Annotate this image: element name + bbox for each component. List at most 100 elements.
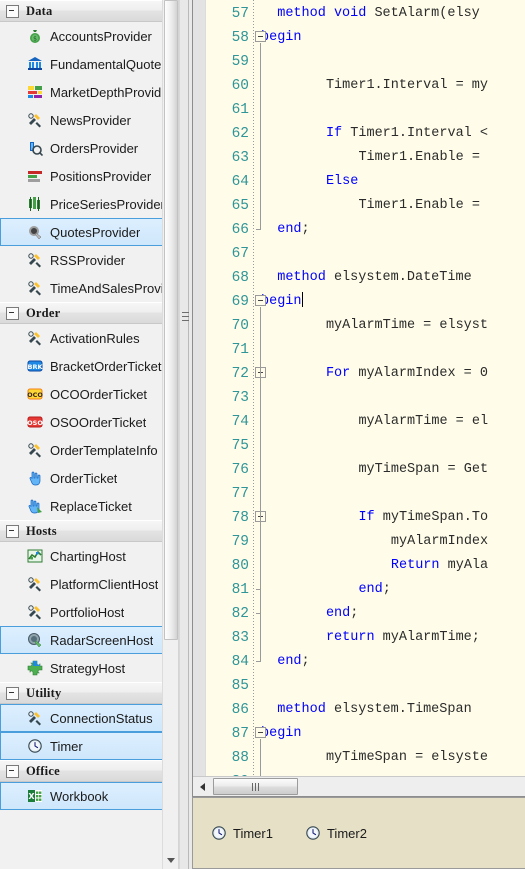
tools-icon bbox=[27, 252, 43, 268]
toolbox-item-ordersprovider[interactable]: OrdersProvider bbox=[0, 134, 178, 162]
line-number: 62 bbox=[231, 126, 249, 142]
code-text[interactable]: 57 method void SetAlarm(elsy 58 begin 59 60 Ti… bbox=[193, 0, 525, 796]
magnifier-icon bbox=[27, 140, 43, 156]
collapse-minus-icon[interactable] bbox=[6, 524, 19, 538]
code-line[interactable]: method elsystem.TimeSpan bbox=[277, 698, 471, 722]
toolbox-item-ordertemplateinfo[interactable]: OrderTemplateInfo bbox=[0, 436, 178, 464]
toolbox-group-header-utility[interactable]: Utility bbox=[0, 682, 178, 704]
code-line[interactable]: method void SetAlarm(elsy bbox=[277, 2, 480, 26]
toolbox-item-radarscreenhost[interactable]: RadarScreenHost bbox=[0, 626, 178, 654]
toolbox-item-activationrules[interactable]: ActivationRules bbox=[0, 324, 178, 352]
collapse-minus-icon[interactable] bbox=[6, 4, 19, 18]
toolbox-item-bracketorderticket[interactable]: BRK BracketOrderTicket bbox=[0, 352, 178, 380]
toolbox-item-priceseriesprovider[interactable]: PriceSeriesProvider bbox=[0, 190, 178, 218]
line-number: 58 bbox=[231, 30, 249, 46]
toolbox-item-label: BracketOrderTicket bbox=[50, 358, 162, 374]
toolbox-scrollbar-thumb[interactable] bbox=[164, 0, 178, 640]
code-line[interactable]: Else bbox=[326, 170, 358, 194]
collapse-minus-icon[interactable] bbox=[6, 686, 19, 700]
bars-icon bbox=[27, 168, 43, 184]
toolbox-vertical-scrollbar[interactable] bbox=[162, 0, 178, 869]
text-caret bbox=[301, 292, 303, 307]
toolbox-item-workbook[interactable]: X Workbook bbox=[0, 782, 178, 810]
code-line[interactable]: myAlarmTime = el bbox=[358, 410, 488, 434]
toolbox-item-label: PriceSeriesProvider bbox=[50, 196, 165, 212]
toolbox-item-timer[interactable]: Timer bbox=[0, 732, 178, 760]
line-number: 74 bbox=[231, 414, 249, 430]
component-tray[interactable]: Timer1 Timer2 bbox=[192, 797, 525, 869]
candles-icon bbox=[27, 196, 43, 212]
code-fold-toggle[interactable] bbox=[255, 31, 266, 42]
toolbox-item-ocoorderticket[interactable]: OCO OCOOrderTicket bbox=[0, 380, 178, 408]
line-number: 59 bbox=[231, 54, 249, 70]
toolbox-item-quotesprovider[interactable]: QuotesProvider bbox=[0, 218, 178, 246]
toolbox-item-replaceticket[interactable]: ReplaceTicket bbox=[0, 492, 178, 520]
code-editor[interactable]: 57 method void SetAlarm(elsy 58 begin 59 60 Ti… bbox=[192, 0, 525, 797]
code-line[interactable]: begin bbox=[261, 26, 302, 50]
code-line[interactable]: end; bbox=[277, 650, 309, 674]
toolbox-item-label: Timer bbox=[50, 738, 83, 754]
line-number: 70 bbox=[231, 318, 249, 334]
hscroll-left-button[interactable] bbox=[194, 778, 211, 796]
code-line[interactable]: myAlarmTime = elsyst bbox=[326, 314, 488, 338]
toolbox-item-fundamentalquote[interactable]: FundamentalQuote bbox=[0, 50, 178, 78]
tray-item-timer2[interactable]: Timer2 bbox=[305, 825, 367, 841]
line-number: 79 bbox=[231, 534, 249, 550]
toolbox-item-portfoliohost[interactable]: PortfolioHost bbox=[0, 598, 178, 626]
code-line[interactable]: myTimeSpan = elsyste bbox=[326, 746, 488, 770]
toolbox-item-accountsprovider[interactable]: $ AccountsProvider bbox=[0, 22, 178, 50]
toolbox-item-osoorderticket[interactable]: OSO OSOOrderTicket bbox=[0, 408, 178, 436]
toolbox-item-label: OrdersProvider bbox=[50, 140, 139, 156]
code-line[interactable]: method elsystem.DateTime bbox=[277, 266, 471, 290]
svg-text:OCO: OCO bbox=[27, 391, 43, 399]
code-line[interactable]: begin bbox=[261, 722, 302, 746]
code-line[interactable]: begin bbox=[261, 290, 303, 314]
toolbox-item-connectionstatus[interactable]: ConnectionStatus bbox=[0, 704, 178, 732]
toolbox-item-timeandsalesprovi[interactable]: TimeAndSalesProvi bbox=[0, 274, 178, 302]
toolbox-item-label: ConnectionStatus bbox=[50, 710, 153, 726]
toolbox-item-label: OSOOrderTicket bbox=[50, 414, 147, 430]
oso-badge-icon: OSO bbox=[27, 414, 43, 430]
code-line[interactable]: Timer1.Enable = bbox=[358, 146, 488, 170]
toolbox-group-title: Data bbox=[26, 3, 53, 18]
collapse-minus-icon[interactable] bbox=[6, 306, 19, 320]
toolbox-group-header-data[interactable]: Data bbox=[0, 0, 178, 22]
toolbox-item-positionsprovider[interactable]: PositionsProvider bbox=[0, 162, 178, 190]
toolbox-group-header-hosts[interactable]: Hosts bbox=[0, 520, 178, 542]
toolbox-item-newsprovider[interactable]: NewsProvider bbox=[0, 106, 178, 134]
toolbox-panel[interactable]: Data $ AccountsProvider FundamentalQuote Mar… bbox=[0, 0, 179, 869]
toolbox-item-platformclienthost[interactable]: PlatformClientHost bbox=[0, 570, 178, 598]
code-line[interactable]: Return myAla bbox=[391, 554, 488, 578]
collapse-minus-icon[interactable] bbox=[6, 764, 19, 778]
toolbox-group-header-office[interactable]: Office bbox=[0, 760, 178, 782]
toolbox-item-orderticket[interactable]: OrderTicket bbox=[0, 464, 178, 492]
toolbox-item-chartinghost[interactable]: ChartingHost bbox=[0, 542, 178, 570]
code-line[interactable]: end; bbox=[277, 218, 309, 242]
panel-splitter[interactable] bbox=[179, 0, 191, 869]
toolbox-item-strategyhost[interactable]: StrategyHost bbox=[0, 654, 178, 682]
line-number: 76 bbox=[231, 462, 249, 478]
code-line[interactable]: myAlarmIndex bbox=[391, 530, 488, 554]
code-line[interactable]: Timer1.Interval = my bbox=[326, 74, 488, 98]
editor-horizontal-scrollbar[interactable] bbox=[193, 776, 525, 796]
code-line[interactable]: end; bbox=[358, 578, 390, 602]
code-line[interactable]: return myAlarmTime; bbox=[326, 626, 480, 650]
toolbox-item-marketdepthprovid[interactable]: MarketDepthProvid bbox=[0, 78, 178, 106]
code-fold-toggle[interactable] bbox=[255, 295, 266, 306]
money-bag-icon: $ bbox=[27, 28, 43, 44]
code-line[interactable]: end; bbox=[326, 602, 358, 626]
toolbox-item-label: OrderTemplateInfo bbox=[50, 442, 158, 458]
tray-item-timer1[interactable]: Timer1 bbox=[211, 825, 273, 841]
scrollbar-down-arrow-button[interactable] bbox=[163, 852, 178, 869]
code-line[interactable]: If myTimeSpan.To bbox=[358, 506, 488, 530]
code-line[interactable]: For myAlarmIndex = 0 bbox=[326, 362, 488, 386]
toolbox-group-header-order[interactable]: Order bbox=[0, 302, 178, 324]
hscroll-thumb[interactable] bbox=[213, 778, 298, 795]
line-number: 87 bbox=[231, 726, 249, 742]
code-line[interactable]: Timer1.Enable = bbox=[358, 194, 488, 218]
code-line[interactable]: If Timer1.Interval < bbox=[326, 122, 488, 146]
toolbox-item-label: PlatformClientHost bbox=[50, 576, 159, 592]
code-line[interactable]: myTimeSpan = Get bbox=[358, 458, 488, 482]
code-fold-toggle[interactable] bbox=[255, 727, 266, 738]
toolbox-item-rssprovider[interactable]: RSSProvider bbox=[0, 246, 178, 274]
